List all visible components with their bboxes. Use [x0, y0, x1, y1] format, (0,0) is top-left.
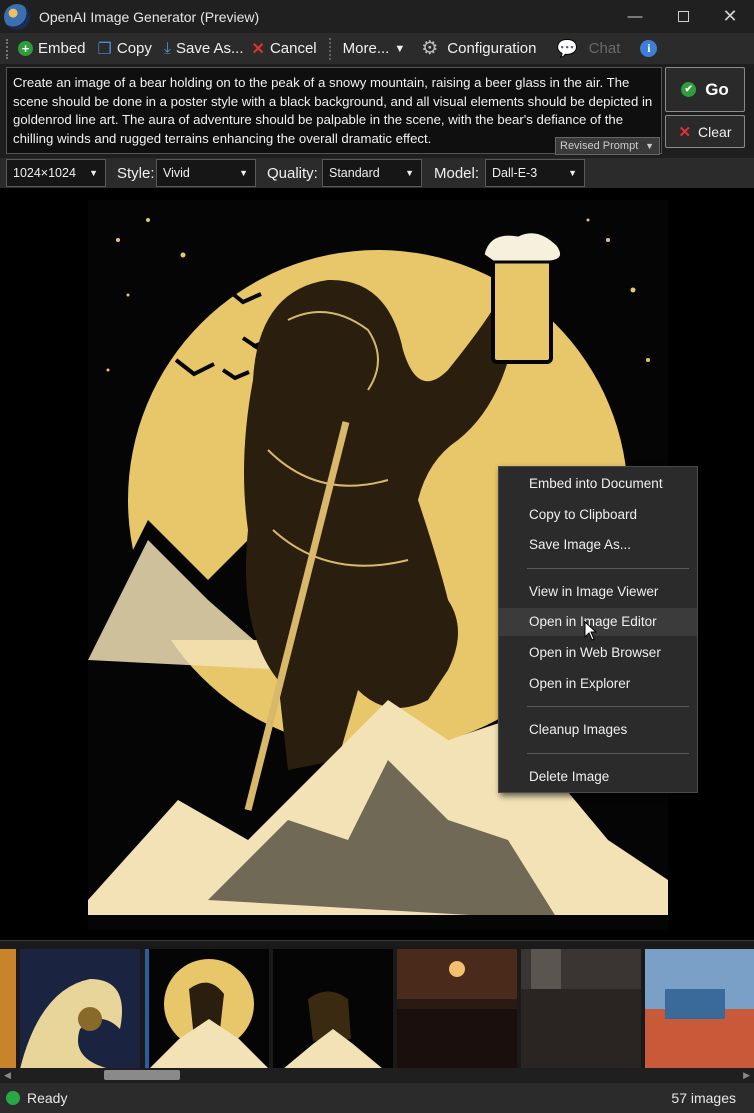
info-icon: i: [640, 40, 658, 57]
maximize-button[interactable]: [660, 0, 706, 33]
maximize-icon: [677, 11, 689, 22]
save-as-button[interactable]: ⤓ Save As...: [158, 35, 250, 63]
size-value: 1024×1024: [13, 166, 76, 180]
menu-item-copy-to-clipboard[interactable]: Copy to Clipboard: [499, 501, 697, 529]
model-label: Model:: [434, 165, 480, 182]
prompt-text: Create an image of a bear holding on to …: [13, 75, 653, 146]
revised-prompt-label: Revised Prompt: [560, 140, 639, 152]
menu-item-open-in-web-browser[interactable]: Open in Web Browser: [499, 639, 697, 667]
thumbnail[interactable]: [0, 949, 16, 1069]
style-value: Vivid: [163, 166, 190, 180]
quality-select[interactable]: Standard ▼: [322, 159, 422, 187]
minimize-icon: —: [627, 8, 643, 25]
size-select[interactable]: 1024×1024 ▼: [6, 159, 106, 187]
chevron-down-icon: ▼: [239, 168, 248, 178]
thumbnail-scrollbar[interactable]: ◀ ▶: [0, 1068, 754, 1082]
menu-item-open-in-explorer[interactable]: Open in Explorer: [499, 670, 697, 698]
thumbnail[interactable]: [521, 949, 641, 1069]
thumbnail-selected[interactable]: [149, 949, 269, 1069]
chevron-down-icon: ▼: [568, 168, 577, 178]
cancel-label: Cancel: [269, 40, 317, 57]
close-icon: ✕: [678, 123, 692, 141]
embed-label: Embed: [38, 40, 86, 57]
menu-item-delete-image[interactable]: Delete Image: [499, 763, 697, 791]
app-icon: [4, 3, 30, 30]
cancel-icon: ✕: [251, 40, 265, 58]
copy-icon: ❐: [97, 40, 112, 58]
toolbar: + Embed ❐ Copy ⤓ Save As... ✕ Cancel Mor…: [0, 33, 754, 64]
model-select[interactable]: Dall-E-3 ▼: [485, 159, 585, 187]
cancel-button[interactable]: ✕ Cancel: [250, 35, 323, 63]
more-label: More...: [342, 40, 390, 57]
menu-item-view-in-image-viewer[interactable]: View in Image Viewer: [499, 578, 697, 606]
toolbar-separator: [328, 37, 331, 60]
thumbnail[interactable]: [20, 949, 140, 1069]
menu-item-cleanup-images[interactable]: Cleanup Images: [499, 716, 697, 744]
image-context-menu: Embed into Document Copy to Clipboard Sa…: [498, 466, 698, 793]
revised-prompt-dropdown[interactable]: Revised Prompt ▼: [555, 137, 660, 155]
copy-label: Copy: [116, 40, 152, 57]
clear-label: Clear: [698, 123, 732, 140]
go-label: Go: [705, 79, 729, 99]
quality-value: Standard: [329, 166, 380, 180]
clear-button[interactable]: ✕ Clear: [665, 115, 745, 148]
chevron-down-icon: ▼: [394, 42, 406, 55]
copy-button[interactable]: ❐ Copy: [92, 35, 158, 63]
configuration-button[interactable]: ⚙ Configuration: [415, 35, 542, 63]
chat-label: Chat: [588, 40, 621, 57]
chevron-down-icon: ▼: [645, 141, 654, 151]
info-button[interactable]: i: [634, 35, 668, 63]
model-value: Dall-E-3: [492, 166, 538, 180]
chevron-down-icon: ▼: [89, 168, 98, 178]
embed-icon: +: [18, 41, 33, 56]
title-bar: OpenAI Image Generator (Preview) — ✕: [0, 0, 754, 33]
mouse-cursor-icon: [584, 621, 598, 641]
thumbnail-strip[interactable]: [0, 940, 754, 1082]
menu-item-open-in-image-editor[interactable]: Open in Image Editor: [499, 608, 697, 636]
scrollbar-thumb[interactable]: [104, 1070, 180, 1080]
scroll-right-icon[interactable]: ▶: [743, 1068, 750, 1082]
options-bar: 1024×1024 ▼ Style: Vivid ▼ Quality: Stan…: [0, 158, 754, 188]
save-icon: ⤓: [163, 39, 171, 57]
thumbnail[interactable]: [273, 949, 393, 1069]
embed-button[interactable]: + Embed: [12, 35, 92, 63]
image-count: 57 images: [671, 1090, 736, 1106]
status-text: Ready: [27, 1090, 68, 1106]
quality-label: Quality:: [267, 165, 318, 182]
menu-separator: [527, 753, 689, 754]
thumbnail[interactable]: [397, 949, 517, 1069]
minimize-button[interactable]: —: [612, 0, 658, 33]
save-as-label: Save As...: [175, 40, 244, 57]
go-button[interactable]: ✔ Go: [665, 67, 745, 112]
thumbnail[interactable]: [645, 949, 754, 1069]
menu-item-save-image-as[interactable]: Save Image As...: [499, 531, 697, 559]
chevron-down-icon: ▼: [405, 168, 414, 178]
menu-separator: [527, 568, 689, 569]
close-window-button[interactable]: ✕: [707, 0, 753, 33]
scroll-left-icon[interactable]: ◀: [4, 1068, 11, 1082]
chat-button[interactable]: 💬 Chat: [551, 35, 627, 63]
close-icon: ✕: [722, 6, 738, 26]
style-select[interactable]: Vivid ▼: [156, 159, 256, 187]
menu-separator: [527, 706, 689, 707]
window-title: OpenAI Image Generator (Preview): [39, 8, 260, 25]
status-indicator: [6, 1091, 20, 1105]
style-label: Style:: [117, 165, 155, 182]
configuration-label: Configuration: [447, 40, 537, 57]
chat-icon: 💬: [556, 38, 578, 58]
check-icon: ✔: [681, 82, 697, 97]
more-menu-button[interactable]: More... ▼: [337, 35, 412, 63]
gear-icon: ⚙: [421, 38, 439, 59]
status-bar: Ready 57 images: [0, 1083, 754, 1113]
menu-item-embed-into-document[interactable]: Embed into Document: [499, 470, 697, 498]
